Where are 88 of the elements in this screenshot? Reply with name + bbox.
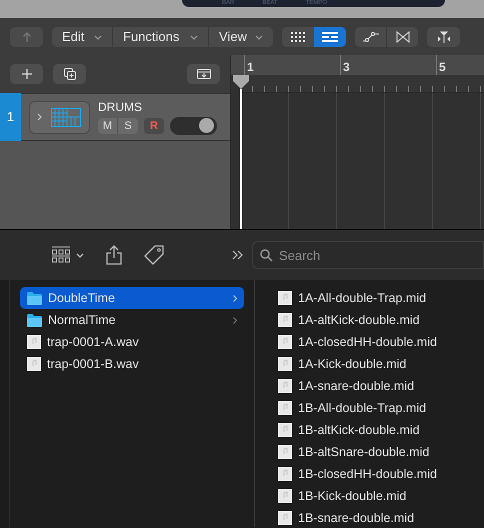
- download-button[interactable]: [187, 64, 220, 84]
- item-name: 1B-closedHH-double.mid: [298, 466, 438, 483]
- folder-item[interactable]: NormalTime: [20, 309, 244, 331]
- file-item[interactable]: 1A-snare-double.mid: [271, 375, 484, 397]
- up-arrow-icon: [22, 31, 32, 43]
- view-toggle-button[interactable]: [314, 27, 346, 47]
- share-icon[interactable]: [106, 245, 122, 265]
- search-field[interactable]: Search: [252, 241, 484, 269]
- chevron-right-icon: [233, 316, 237, 324]
- menu-button[interactable]: Functions: [112, 27, 208, 47]
- item-name: 1B-altKick-double.mid: [298, 422, 421, 439]
- item-name: 1A-snare-double.mid: [298, 378, 416, 395]
- chevron-right-icon: [233, 294, 237, 302]
- chevron-down-icon: [76, 252, 84, 258]
- file-item[interactable]: 1B-altKick-double.mid: [271, 419, 484, 441]
- folder-item[interactable]: DoubleTime: [20, 287, 244, 309]
- item-name: 1A-altKick-double.mid: [298, 312, 421, 329]
- audio-file-icon: [278, 401, 292, 415]
- file-item[interactable]: trap-0001-B.wav: [20, 353, 244, 375]
- menu-button[interactable]: View: [208, 27, 273, 47]
- back-button[interactable]: [10, 27, 43, 47]
- item-name: 1A-closedHH-double.mid: [298, 334, 438, 351]
- file-item[interactable]: 1B-Kick-double.mid: [271, 485, 484, 507]
- bar-number: 1: [247, 60, 254, 74]
- search-icon: [260, 249, 273, 262]
- icon-grid-icon: [52, 246, 70, 264]
- item-name: DoubleTime: [48, 290, 116, 307]
- audio-file-icon: [278, 335, 292, 349]
- item-name: trap-0001-A.wav: [47, 334, 140, 351]
- instrument-button[interactable]: [29, 100, 90, 134]
- file-item[interactable]: 1B-All-double-Trap.mid: [271, 397, 484, 419]
- bar-number: 5: [439, 60, 446, 74]
- audio-file-icon: [278, 379, 292, 393]
- item-name: trap-0001-B.wav: [47, 356, 140, 373]
- list-icon: [322, 32, 338, 42]
- folder-icon: [27, 292, 42, 304]
- mute-button[interactable]: M: [98, 118, 118, 134]
- audio-file-icon: [278, 423, 292, 437]
- audio-file-icon: [278, 467, 292, 481]
- item-name: 1B-snare-double.mid: [298, 510, 416, 527]
- file-item[interactable]: 1B-snare-double.mid: [271, 507, 484, 528]
- drum-machine-icon: [51, 108, 81, 126]
- audio-file-icon: [27, 335, 41, 349]
- catch-button[interactable]: [427, 27, 460, 47]
- automation-curve-icon: [362, 32, 378, 42]
- file-item[interactable]: 1B-closedHH-double.mid: [271, 463, 484, 485]
- item-name: 1B-altSnare-double.mid: [298, 444, 430, 461]
- track-number: 1: [0, 93, 21, 141]
- chevron-down-icon: [255, 34, 263, 40]
- plus-icon: [22, 69, 32, 79]
- chevron-down-icon: [190, 34, 198, 40]
- file-item[interactable]: trap-0001-A.wav: [20, 331, 244, 353]
- hourglass-icon: [396, 31, 410, 43]
- double-chevron-icon[interactable]: [232, 250, 244, 260]
- item-name: 1B-Kick-double.mid: [298, 488, 408, 505]
- item-name: 1A-Kick-double.mid: [298, 356, 408, 373]
- track-name: DRUMS: [98, 100, 143, 114]
- file-item[interactable]: 1A-altKick-double.mid: [271, 309, 484, 331]
- duplicate-icon: [64, 68, 76, 80]
- audio-file-icon: [278, 357, 292, 371]
- file-item[interactable]: 1B-altSnare-double.mid: [271, 441, 484, 463]
- track-header[interactable]: 1 DRUMS M S R: [0, 93, 230, 141]
- chevron-right-icon: [37, 113, 42, 121]
- file-item[interactable]: 1A-closedHH-double.mid: [271, 331, 484, 353]
- add-track-button[interactable]: [10, 64, 43, 84]
- view-options-button[interactable]: [52, 246, 84, 264]
- item-name: 1B-All-double-Trap.mid: [298, 400, 428, 417]
- item-name: 1A-All-double-Trap.mid: [298, 290, 428, 307]
- duplicate-track-button[interactable]: [53, 64, 86, 84]
- audio-file-icon: [27, 357, 41, 371]
- playhead-catch-icon: [436, 31, 450, 43]
- solo-button[interactable]: S: [118, 118, 138, 134]
- chevron-down-icon: [94, 34, 102, 40]
- audio-file-icon: [278, 313, 292, 327]
- dot-grid-icon: [291, 32, 305, 42]
- audio-file-icon: [278, 445, 292, 459]
- audio-file-icon: [278, 291, 292, 305]
- tag-icon[interactable]: [144, 245, 164, 265]
- folder-icon: [27, 314, 42, 326]
- menu-button[interactable]: Edit: [52, 27, 112, 47]
- audio-file-icon: [278, 489, 292, 503]
- item-name: NormalTime: [48, 312, 117, 329]
- file-item[interactable]: 1A-Kick-double.mid: [271, 353, 484, 375]
- audio-file-icon: [278, 511, 292, 525]
- tray-download-icon: [196, 69, 210, 79]
- bar-number: 3: [343, 60, 350, 74]
- file-item[interactable]: 1A-All-double-Trap.mid: [271, 287, 484, 309]
- track-on-switch[interactable]: [170, 116, 217, 134]
